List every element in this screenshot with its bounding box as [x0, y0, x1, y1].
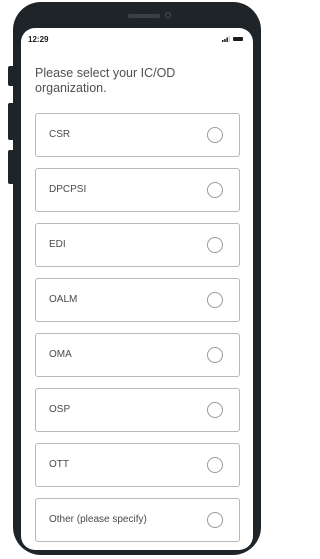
option-osp[interactable]: OSP — [35, 388, 240, 432]
option-edi[interactable]: EDI — [35, 223, 240, 267]
status-icons — [222, 36, 243, 42]
speaker-grille — [128, 14, 160, 18]
radio-button[interactable] — [207, 512, 223, 528]
option-label: OTT — [49, 459, 69, 470]
status-bar: 12:29 — [21, 28, 253, 50]
signal-icon — [222, 36, 230, 42]
option-oma[interactable]: OMA — [35, 333, 240, 377]
option-other[interactable]: Other (please specify) — [35, 498, 240, 542]
option-csr[interactable]: CSR — [35, 113, 240, 157]
option-label: OMA — [49, 349, 72, 360]
radio-button[interactable] — [207, 347, 223, 363]
radio-button[interactable] — [207, 402, 223, 418]
option-ott[interactable]: OTT — [35, 443, 240, 487]
radio-button[interactable] — [207, 127, 223, 143]
status-time: 12:29 — [28, 35, 49, 44]
battery-icon — [233, 37, 243, 41]
option-label: CSR — [49, 129, 71, 140]
camera-icon — [165, 12, 171, 18]
option-oalm[interactable]: OALM — [35, 278, 240, 322]
option-list: CSR DPCPSI EDI OALM OMA OSP OTT Other (p… — [35, 113, 240, 550]
phone-screen: 12:29 Please select your IC/OD organizat… — [21, 28, 253, 550]
radio-button[interactable] — [207, 457, 223, 473]
question-title: Please select your IC/OD organization. — [35, 66, 176, 95]
radio-button[interactable] — [207, 292, 223, 308]
option-label: OSP — [49, 404, 71, 415]
option-label: DPCPSI — [49, 184, 87, 195]
option-label: OALM — [49, 294, 78, 305]
radio-button[interactable] — [207, 237, 223, 253]
page: 12:29 Please select your IC/OD organizat… — [0, 0, 263, 559]
option-dpcpsi[interactable]: DPCPSI — [35, 168, 240, 212]
option-label: Other (please specify) — [49, 514, 147, 525]
radio-button[interactable] — [207, 182, 223, 198]
option-label: EDI — [49, 239, 66, 250]
